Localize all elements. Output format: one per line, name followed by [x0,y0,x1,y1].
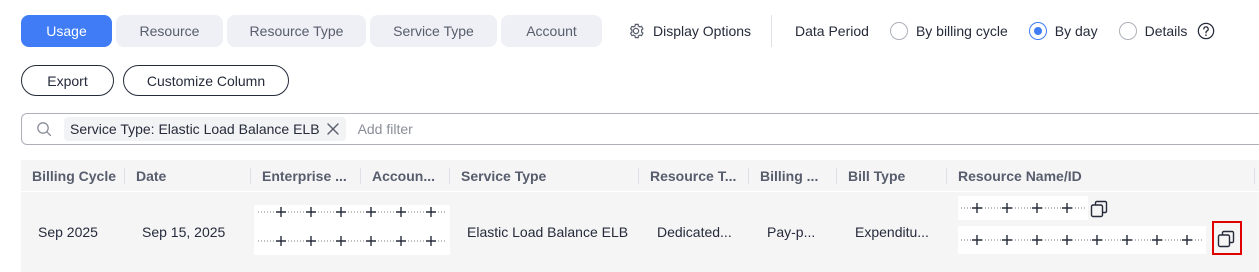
search-icon [37,122,52,137]
tab-service-type[interactable]: Service Type [370,15,497,47]
column-header[interactable]: Service Type [461,160,631,191]
radio-label: By billing cycle [915,23,1008,39]
gear-icon [629,23,644,39]
table-header: Billing Cycle Date Enterprise ... Accoun… [21,160,1259,191]
column-header[interactable]: Date [136,160,246,191]
export-button[interactable]: Export [21,65,114,96]
help-icon[interactable] [1197,22,1215,40]
filter-chip-label: Service Type: Elastic Load Balance ELB [70,121,320,137]
masked-resource-name [958,196,1088,220]
cell-bill-type: Expenditu... [855,224,929,240]
highlight-box [1212,221,1242,255]
radio-circle[interactable] [889,22,908,40]
tab-resource-type[interactable]: Resource Type [227,15,366,47]
column-divider [1254,168,1255,184]
column-divider [946,168,947,184]
cell-service-type: Elastic Load Balance ELB [467,224,629,240]
column-divider [250,168,251,184]
column-header[interactable]: Accoun... [372,160,450,191]
add-filter-input[interactable]: Add filter [358,121,413,137]
column-header[interactable]: Bill Type [848,160,946,191]
radio-by-day[interactable]: By day [1028,22,1098,40]
radio-circle-checked[interactable] [1028,22,1047,40]
filter-chip-service-type: Service Type: Elastic Load Balance ELB [64,117,346,141]
cell-resource-type: Dedicated... [657,224,732,240]
redaction-pattern [961,203,1085,213]
data-period-label: Data Period [795,23,869,39]
redaction-pattern [961,235,1203,245]
tab-usage[interactable]: Usage [21,15,112,47]
radio-by-billing-cycle[interactable]: By billing cycle [889,22,1008,40]
tab-resource[interactable]: Resource [116,15,223,47]
cell-billing-cycle: Sep 2025 [38,224,98,240]
cell-date: Sep 15, 2025 [142,224,226,240]
column-divider [449,168,450,184]
column-divider [360,168,361,184]
display-options-label: Display Options [653,23,752,39]
redaction-pattern [258,207,446,246]
masked-resource-id [958,226,1206,254]
column-header[interactable]: Enterprise ... [262,160,362,191]
display-options-button[interactable]: Display Options [627,15,751,47]
tab-account[interactable]: Account [501,15,602,47]
column-divider [748,168,749,184]
copy-icon[interactable] [1090,200,1108,218]
column-divider [124,168,125,184]
data-period-group: Data Period By billing cycle By day Deta… [795,15,1215,47]
radio-circle[interactable] [1118,22,1137,40]
radio-label: By day [1054,23,1098,39]
toolbar-divider [771,15,772,47]
view-tabs: Usage Resource Resource Type Service Typ… [21,15,602,47]
column-header[interactable]: Resource T... [650,160,746,191]
column-header[interactable]: Billing Cycle [32,160,132,191]
column-divider [638,168,639,184]
usage-table: Billing Cycle Date Enterprise ... Accoun… [21,160,1259,272]
column-header[interactable]: Billing ... [760,160,838,191]
close-icon[interactable] [326,122,340,136]
column-divider [836,168,837,184]
masked-enterprise-account [254,205,450,255]
table-row: Sep 2025 Sep 15, 2025 Elastic Load Balan… [21,192,1259,272]
radio-details[interactable]: Details [1118,22,1188,40]
cell-billing-mode: Pay-p... [767,224,816,240]
radio-label: Details [1144,23,1188,39]
column-header[interactable]: Resource Name/ID [958,160,1158,191]
customize-column-button[interactable]: Customize Column [123,65,289,96]
filter-bar[interactable]: Service Type: Elastic Load Balance ELB A… [21,113,1259,145]
